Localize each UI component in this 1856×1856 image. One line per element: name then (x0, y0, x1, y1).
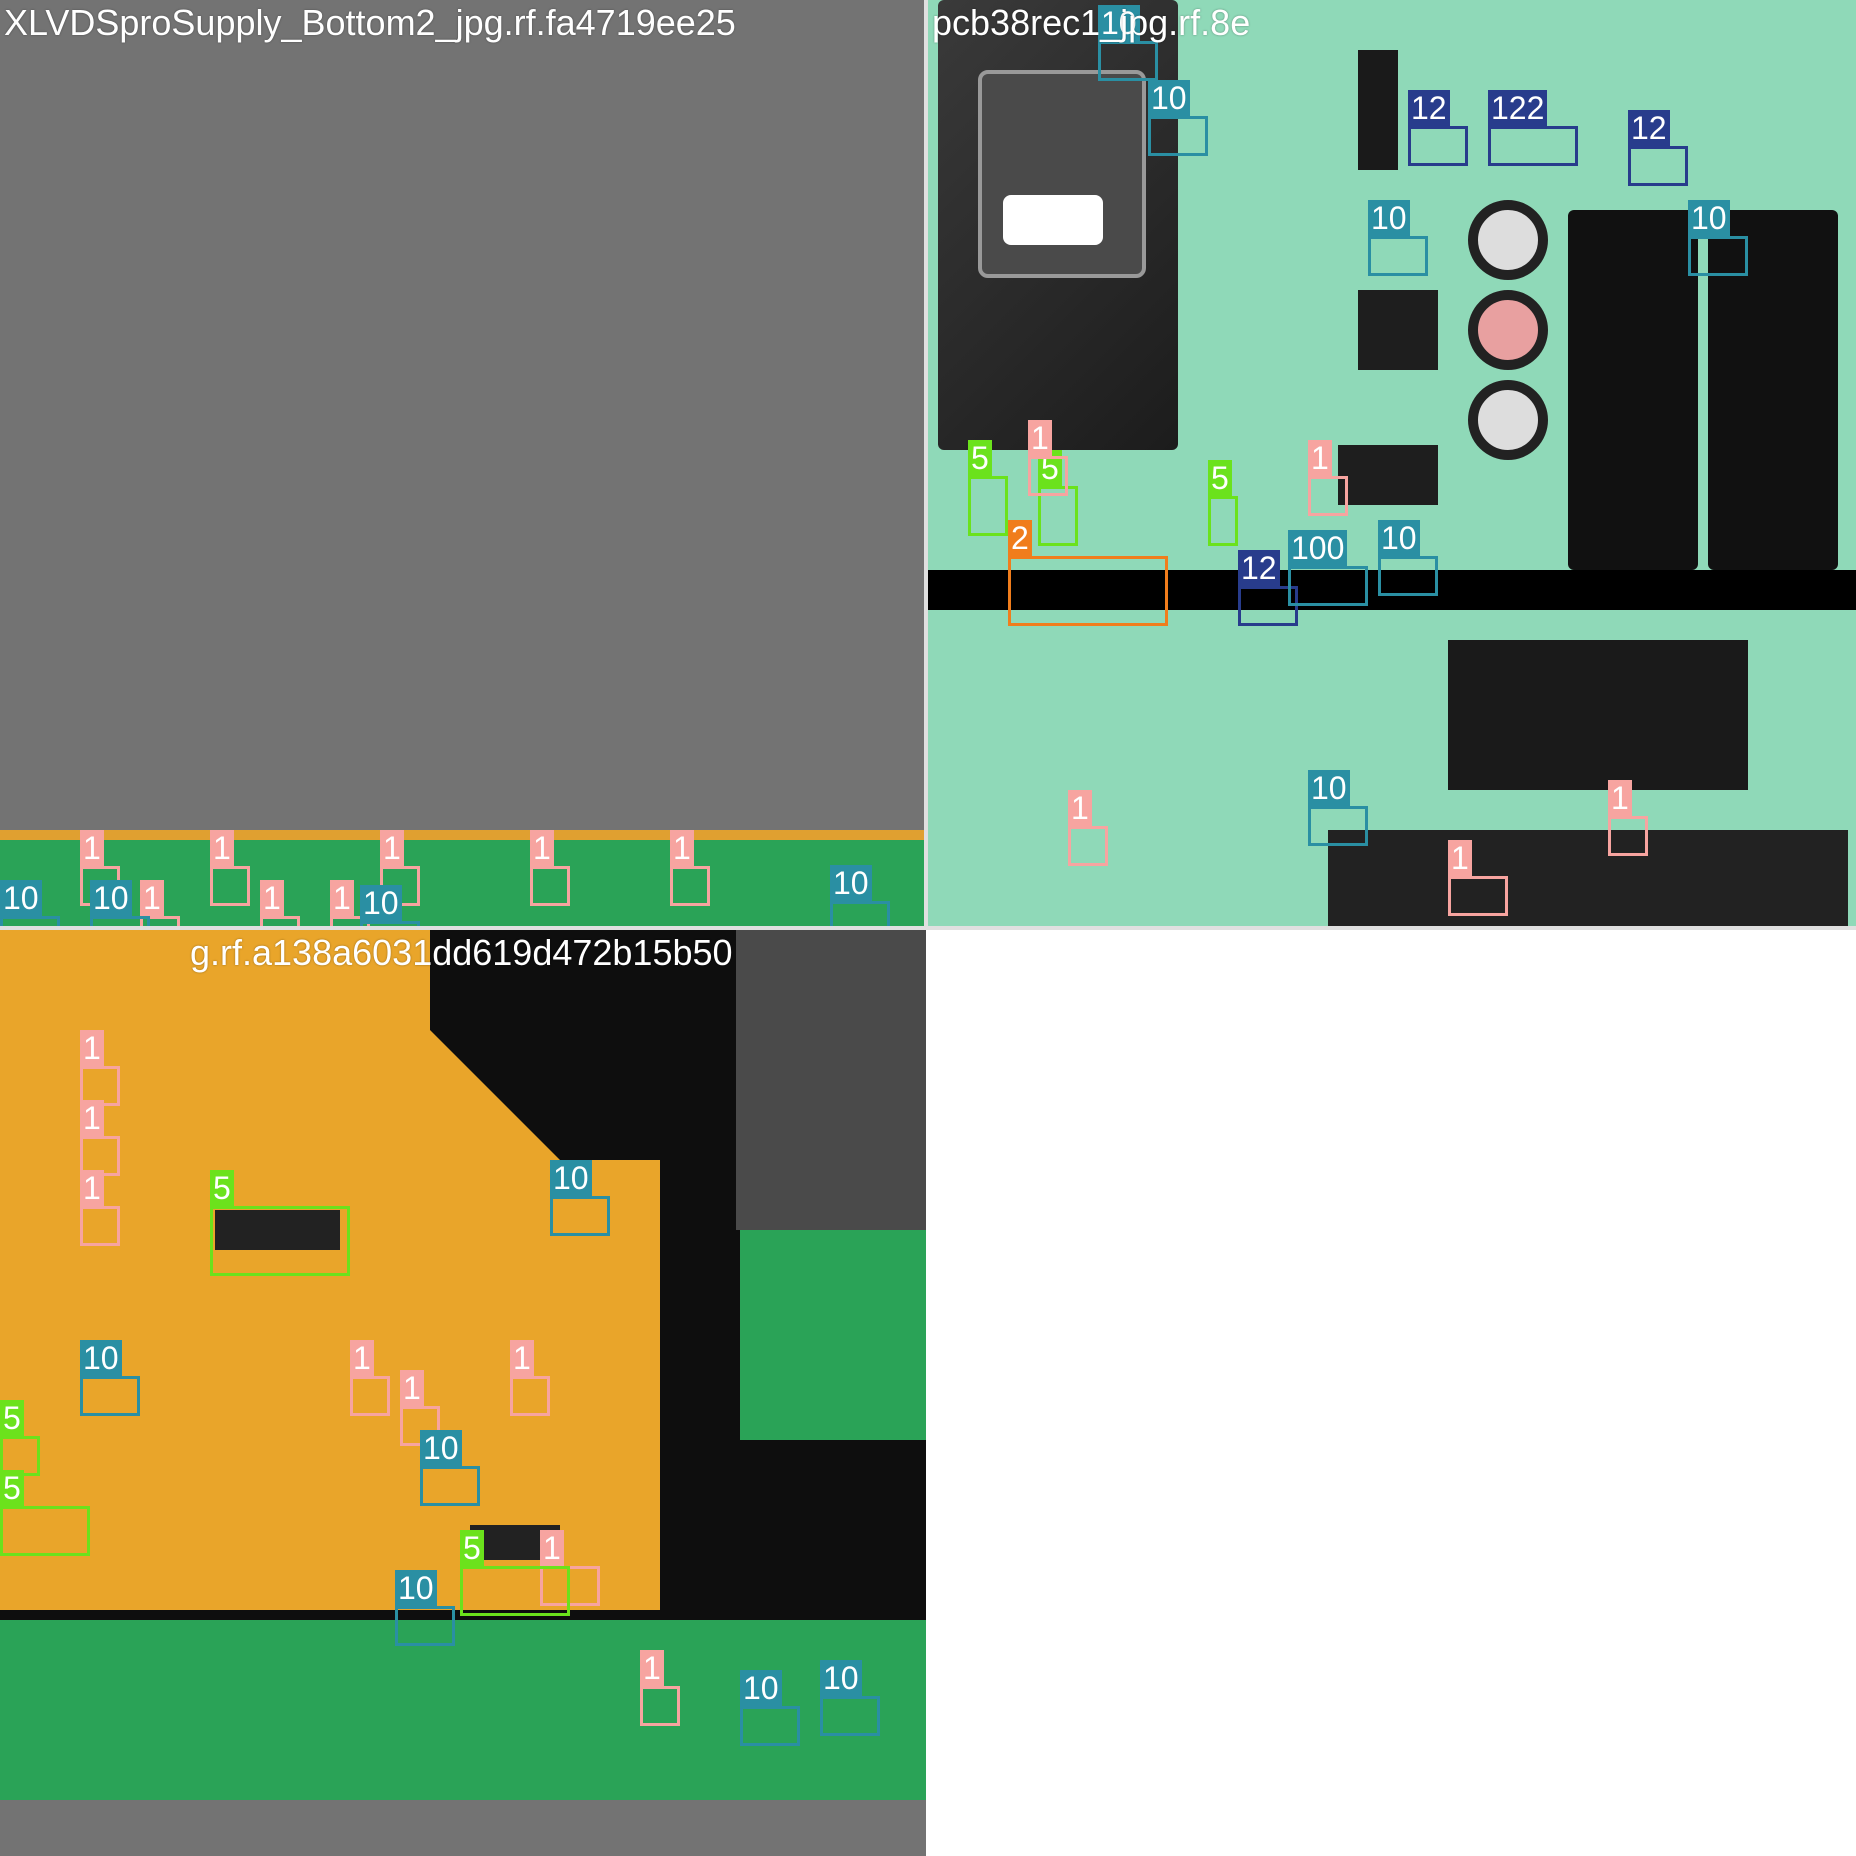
gray-panel (736, 930, 926, 1230)
tile-title: g.rf.a138a6031dd619d472b15b50 (190, 932, 733, 973)
box-label: 5 (1038, 450, 1062, 486)
box-label: 100 (1288, 530, 1348, 566)
box-label: 1 (1308, 440, 1332, 476)
tile-bottom-left: 1 1 1 5 10 1 1 10 5 10 5 1 10 1 5 10 10 1 g.rf.a138a6031d… (0, 930, 926, 1856)
bounding-box (1628, 146, 1688, 186)
green-board (740, 1230, 926, 1440)
rca-jack (1468, 290, 1548, 370)
annotation-layer: 111111111010101010 (0, 0, 926, 926)
box-label: 5 (1208, 460, 1232, 496)
box-label: 2 (1008, 520, 1032, 556)
box-label: 12 (1628, 110, 1670, 146)
chip (1338, 445, 1438, 505)
bounding-box (1028, 456, 1068, 496)
box-label: 10 (1368, 200, 1410, 236)
rca-jack (1468, 380, 1548, 460)
chip (470, 1525, 560, 1560)
bounding-box (1488, 126, 1578, 166)
chip (1358, 290, 1438, 370)
bounding-box (1368, 236, 1428, 276)
bounding-box (1408, 126, 1468, 166)
tile-title: pcb38rec1_jpg.rf.8e (932, 2, 1251, 43)
bottom-gray (0, 1800, 926, 1856)
chip (215, 1210, 340, 1250)
tile-top-right: 10 10 12 122 12 10 10 5 5 5 2 1 1 12 100 10 1 10 1 1 pcb38r… (928, 0, 1856, 926)
pcb-strip (0, 830, 926, 926)
ribbon-connector (1328, 830, 1848, 926)
tile-top-left: XLVDSproSupply_Bottom2_jpg.rf.fa4719ee25… (0, 0, 926, 926)
empty-tile (930, 930, 1856, 1856)
rca-jack (1468, 200, 1548, 280)
bounding-box (1208, 496, 1238, 546)
bounding-box (1038, 486, 1078, 546)
shield-window (978, 70, 1146, 278)
tile-title: XLVDSproSupply_Bottom2_jpg.rf.fa4719ee25 (4, 2, 736, 43)
shield-label (1003, 195, 1103, 245)
orange-board (0, 930, 660, 1610)
pcb-strip (0, 1620, 926, 1810)
box-label: 10 (1378, 520, 1420, 556)
connector-block (1448, 640, 1748, 790)
chip (1358, 50, 1398, 170)
scart-connector (1568, 210, 1698, 570)
box-label: 12 (1408, 90, 1450, 126)
box-label: 122 (1488, 90, 1548, 126)
bounding-box (968, 476, 1008, 536)
pcb-gap (928, 570, 1856, 610)
scart-connector (1708, 210, 1838, 570)
